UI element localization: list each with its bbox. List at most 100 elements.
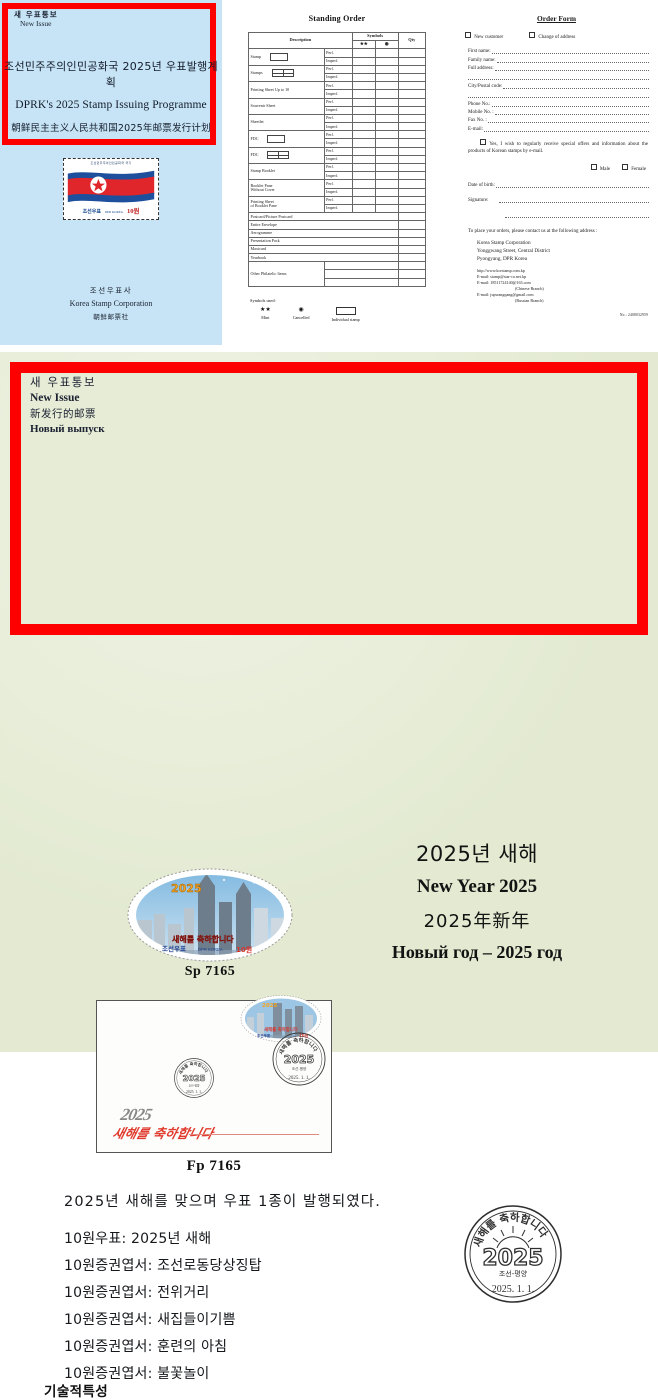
change-of-address-checkbox[interactable]: Change of address <box>529 32 575 40</box>
order-form-field[interactable]: Phone No.: <box>468 98 649 107</box>
field-input[interactable] <box>494 108 649 116</box>
cell-cancelled[interactable] <box>374 48 399 58</box>
cell-qty[interactable] <box>397 187 427 197</box>
date-of-birth-input[interactable] <box>495 181 649 189</box>
cell-qty[interactable] <box>397 261 427 271</box>
order-form-field[interactable]: E-mail: <box>468 123 649 132</box>
field-input[interactable] <box>487 116 649 124</box>
cell-mint[interactable] <box>351 56 376 66</box>
cell-qty[interactable] <box>397 122 427 132</box>
cell-qty[interactable] <box>397 146 427 156</box>
order-form-optin-row[interactable]: Yes, I wish to regularly receive special… <box>468 138 648 155</box>
cell-mint[interactable] <box>351 113 376 124</box>
cell-qty[interactable] <box>397 203 427 214</box>
field-input[interactable] <box>496 55 649 63</box>
cell-qty[interactable] <box>397 236 427 246</box>
signature-field[interactable]: Signature: <box>468 194 649 203</box>
field-input[interactable] <box>494 64 649 72</box>
cell-cancelled[interactable] <box>374 130 399 140</box>
cell-cancelled[interactable] <box>374 64 399 74</box>
cell-mint[interactable] <box>351 81 376 91</box>
date-of-birth-field[interactable]: Date of birth: <box>468 180 649 189</box>
field-input[interactable] <box>491 47 649 55</box>
cell-mint[interactable] <box>351 72 376 83</box>
cell-cancelled[interactable] <box>374 203 399 214</box>
cell-cancelled[interactable] <box>374 195 399 205</box>
cell-mint[interactable] <box>351 89 376 99</box>
cell-cancelled[interactable] <box>374 122 399 132</box>
cell-qty[interactable] <box>397 162 427 173</box>
signature-input[interactable] <box>498 195 649 203</box>
cell-mint[interactable] <box>351 171 376 181</box>
cell-qty[interactable] <box>397 277 427 287</box>
cell-other[interactable] <box>323 261 399 271</box>
cell-cancelled[interactable] <box>374 81 399 91</box>
cell-qty[interactable] <box>397 97 427 107</box>
cell-mint[interactable] <box>351 146 376 156</box>
cell-cancelled[interactable] <box>374 171 399 181</box>
cell-cancelled[interactable] <box>374 89 399 99</box>
cell-cancelled[interactable] <box>374 97 399 107</box>
cell-cancelled[interactable] <box>374 162 399 173</box>
cell-qty[interactable] <box>397 72 427 83</box>
cell-qty[interactable] <box>397 138 427 148</box>
cell-cancelled[interactable] <box>374 146 399 156</box>
full-address-second-line[interactable] <box>468 71 649 81</box>
cell-cancelled[interactable] <box>374 72 399 83</box>
cell-qty[interactable] <box>397 269 427 279</box>
cell-other[interactable] <box>323 277 399 287</box>
cell-other[interactable] <box>323 269 399 279</box>
cell-qty[interactable] <box>397 220 427 230</box>
cell-qty[interactable] <box>397 64 427 74</box>
cell-qty[interactable] <box>397 171 427 181</box>
new-customer-checkbox[interactable]: New customer <box>465 32 503 40</box>
cell-mint[interactable] <box>351 97 376 107</box>
cell-cancelled[interactable] <box>374 105 399 115</box>
order-form-field[interactable]: Family name: <box>468 54 649 63</box>
cell-qty[interactable] <box>397 212 427 222</box>
cell-cancelled[interactable] <box>374 187 399 197</box>
cell-cancelled[interactable] <box>374 113 399 124</box>
field-input[interactable] <box>484 124 649 132</box>
cell-cancelled[interactable] <box>374 179 399 189</box>
cell-mint[interactable] <box>351 105 376 115</box>
cell-mint[interactable] <box>351 154 376 165</box>
cell-qty[interactable] <box>397 154 427 165</box>
cell-mint[interactable] <box>351 203 376 214</box>
cell-qty[interactable] <box>397 130 427 140</box>
cell-cancelled[interactable] <box>374 154 399 165</box>
cell-mint[interactable] <box>351 179 376 189</box>
gender-checkbox-female[interactable]: Female <box>622 164 646 172</box>
cell-mint[interactable] <box>351 162 376 173</box>
cell-mint[interactable] <box>351 195 376 205</box>
cell-qty[interactable] <box>397 253 427 263</box>
address-spacer-line[interactable] <box>468 89 649 99</box>
cell-qty[interactable] <box>397 228 427 238</box>
cell-mint[interactable] <box>351 138 376 148</box>
order-form-field[interactable]: City/Postal code: <box>468 80 649 89</box>
cell-qty[interactable] <box>397 56 427 66</box>
cell-qty[interactable] <box>397 105 427 115</box>
gender-checkbox-male[interactable]: Male <box>590 164 610 172</box>
cell-qty[interactable] <box>397 244 427 255</box>
order-form-field[interactable]: First name: <box>468 46 649 55</box>
cell-cancelled[interactable] <box>374 56 399 66</box>
cell-qty[interactable] <box>397 48 427 58</box>
order-form-field[interactable]: Full address: <box>468 63 649 72</box>
order-form-field[interactable]: Fax No. : <box>468 115 649 124</box>
cell-cancelled[interactable] <box>374 138 399 148</box>
signature-extra-line[interactable] <box>505 209 649 219</box>
cell-qty[interactable] <box>397 113 427 124</box>
cell-mint[interactable] <box>351 130 376 140</box>
cell-mint[interactable] <box>351 48 376 58</box>
field-input[interactable] <box>491 99 649 107</box>
field-input[interactable] <box>503 81 649 89</box>
cell-qty[interactable] <box>397 179 427 189</box>
cell-mint[interactable] <box>351 187 376 197</box>
order-form-field[interactable]: Mobile No. : <box>468 107 649 116</box>
cell-mint[interactable] <box>351 122 376 132</box>
cell-qty[interactable] <box>397 89 427 99</box>
cell-qty[interactable] <box>397 195 427 205</box>
cell-qty[interactable] <box>397 81 427 91</box>
cell-mint[interactable] <box>351 64 376 74</box>
